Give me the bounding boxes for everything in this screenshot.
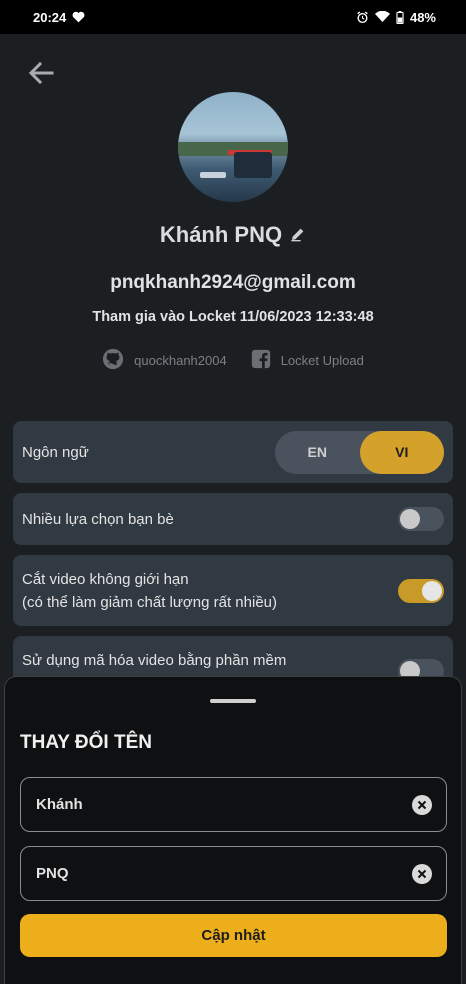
- github-link[interactable]: quockhanh2004: [102, 348, 227, 373]
- last-name-field[interactable]: PNQ: [20, 846, 447, 901]
- language-setting: Ngôn ngữ EN VI: [13, 421, 453, 483]
- language-label: Ngôn ngữ: [22, 443, 89, 461]
- unlimited-video-toggle[interactable]: [398, 578, 444, 603]
- status-time: 20:24: [33, 9, 67, 25]
- arrow-left-icon: [28, 61, 54, 85]
- change-name-sheet: THAY ĐỔI TÊN Khánh PNQ Cập nhật: [4, 676, 462, 984]
- profile-email: pnqkhanh2924@gmail.com: [110, 272, 356, 293]
- multi-friends-toggle[interactable]: [398, 507, 444, 531]
- back-button[interactable]: [26, 58, 56, 88]
- clear-icon[interactable]: [412, 863, 432, 884]
- multi-friends-setting: Nhiều lựa chọn bạn bè: [13, 493, 453, 545]
- alarm-icon: [356, 11, 369, 24]
- profile-name-row: Khánh PNQ: [0, 222, 466, 248]
- avatar[interactable]: [178, 92, 288, 202]
- update-button[interactable]: Cập nhật: [20, 914, 447, 957]
- software-encoding-label: Sử dụng mã hóa video bằng phần mềm: [22, 652, 287, 669]
- profile-name: Khánh PNQ: [159, 222, 283, 247]
- github-icon: [102, 348, 124, 373]
- unlimited-video-label: Cắt video không giới hạn: [22, 570, 189, 588]
- sheet-title: THAY ĐỔI TÊN: [20, 732, 152, 753]
- language-option-en[interactable]: EN: [275, 431, 360, 474]
- first-name-value: Khánh: [36, 796, 83, 813]
- facebook-icon: [251, 349, 271, 372]
- last-name-value: PNQ: [36, 865, 69, 882]
- language-selector[interactable]: EN VI: [275, 430, 444, 474]
- social-links: quockhanh2004 Locket Upload: [0, 348, 466, 373]
- unlimited-video-setting: Cắt video không giới hạn (có thể làm giả…: [13, 555, 453, 626]
- wifi-icon: [374, 11, 390, 23]
- pencil-icon[interactable]: [290, 222, 306, 248]
- profile-joined-date: Tham gia vào Locket 11/06/2023 12:33:48: [92, 309, 374, 325]
- multi-friends-label: Nhiều lựa chọn bạn bè: [22, 510, 174, 528]
- battery-icon: [396, 10, 404, 24]
- status-bar: 20:24 48%: [0, 0, 466, 34]
- first-name-field[interactable]: Khánh: [20, 777, 447, 832]
- sheet-drag-handle[interactable]: [210, 699, 256, 703]
- language-option-vi[interactable]: VI: [359, 430, 444, 474]
- github-username: quockhanh2004: [134, 353, 227, 368]
- heart-icon: [72, 11, 85, 23]
- facebook-page-name: Locket Upload: [280, 353, 364, 368]
- unlimited-video-note: (có thể làm giảm chất lượng rất nhiều): [22, 593, 277, 611]
- clear-icon[interactable]: [412, 794, 432, 815]
- battery-percent: 48%: [409, 9, 436, 25]
- facebook-link[interactable]: Locket Upload: [251, 348, 364, 373]
